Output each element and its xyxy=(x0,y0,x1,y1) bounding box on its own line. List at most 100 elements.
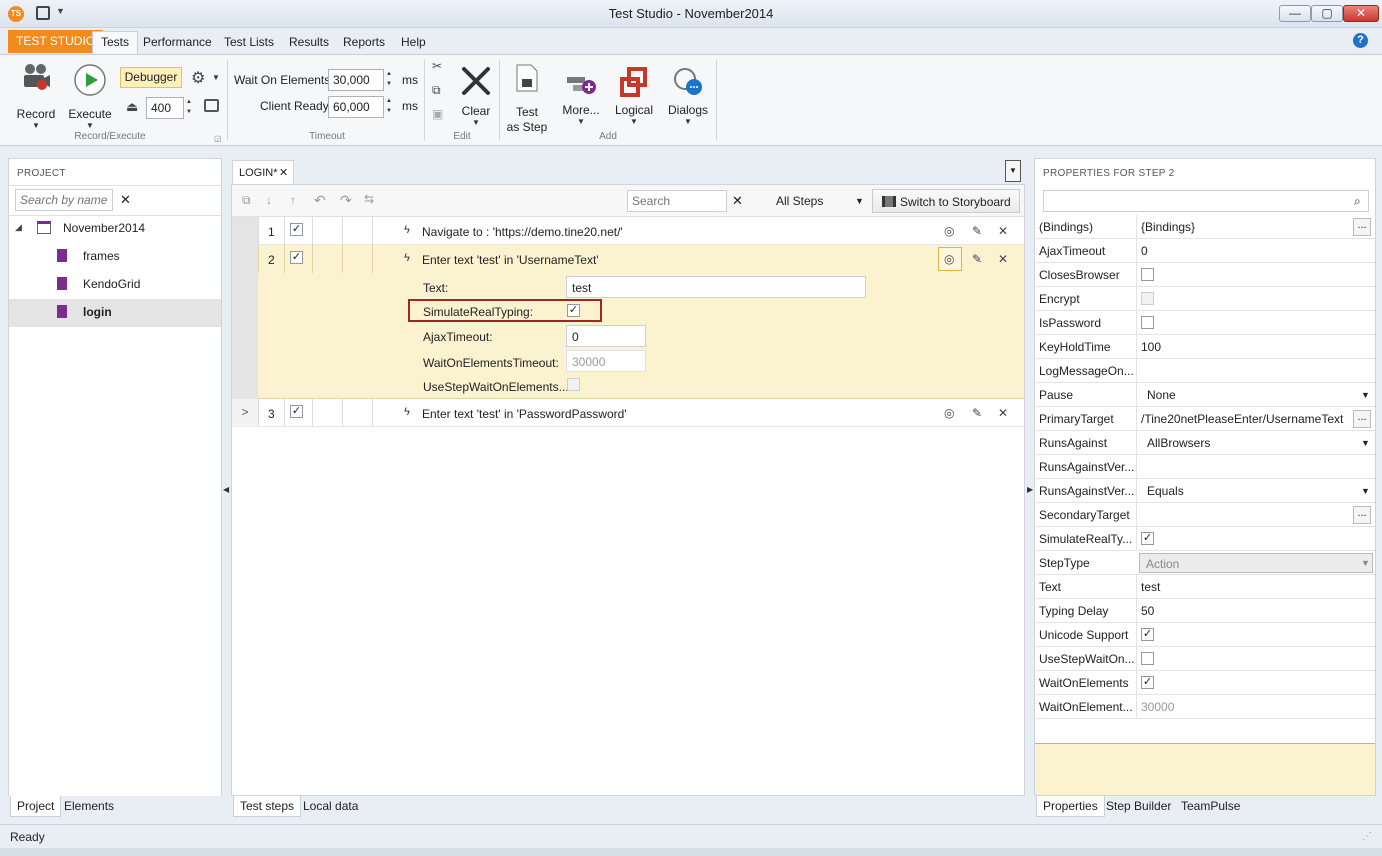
client-ready-stepper[interactable]: ▲ ▼ xyxy=(384,96,394,118)
resize-grip-icon[interactable]: ⋰ xyxy=(1362,831,1372,842)
properties-search-input[interactable]: ⌕ xyxy=(1043,190,1369,212)
menu-tests[interactable]: Tests xyxy=(92,31,139,55)
test-as-step-button[interactable]: Test as Step xyxy=(505,59,549,135)
use-step-wait-checkbox[interactable] xyxy=(567,378,580,391)
collapse-icon[interactable]: ◢ xyxy=(15,222,22,233)
debugger-button[interactable]: Debugger xyxy=(120,67,182,88)
step-enabled-checkbox[interactable]: ✓ xyxy=(290,251,303,264)
browse-button[interactable]: ... xyxy=(1353,410,1371,428)
property-row[interactable]: SecondaryTarget... xyxy=(1035,503,1375,527)
edit-step-icon[interactable]: ✎ xyxy=(972,252,982,266)
clear-search-icon[interactable]: ✕ xyxy=(120,192,131,208)
simulate-real-typing-prop-checkbox[interactable]: ✓ xyxy=(1141,532,1154,545)
clear-dropdown-icon[interactable]: ▼ xyxy=(456,118,496,127)
unicode-support-checkbox[interactable]: ✓ xyxy=(1141,628,1154,641)
property-row[interactable]: Typing Delay 50 xyxy=(1035,599,1375,623)
delete-step-icon[interactable]: ✕ xyxy=(998,406,1008,420)
tab-login[interactable]: LOGIN* ✕ xyxy=(232,160,294,184)
record-dropdown-icon[interactable]: ▼ xyxy=(14,121,58,130)
edit-step-icon[interactable]: ✎ xyxy=(972,406,982,420)
step-enabled-checkbox[interactable]: ✓ xyxy=(290,223,303,236)
client-ready-input[interactable]: 60,000 xyxy=(328,96,384,118)
wait-on-elements-checkbox[interactable]: ✓ xyxy=(1141,676,1154,689)
logical-dropdown-icon[interactable]: ▼ xyxy=(612,117,656,126)
minimize-button[interactable]: — xyxy=(1279,5,1311,22)
tab-close-icon[interactable]: ✕ xyxy=(279,166,288,179)
dialogs-button[interactable]: Dialogs ▼ xyxy=(666,59,710,129)
execute-button[interactable]: Execute ▼ xyxy=(66,59,114,130)
tab-step-builder[interactable]: Step Builder xyxy=(1100,796,1177,816)
window-icon[interactable] xyxy=(204,99,219,112)
filter-dropdown-icon[interactable]: ▼ xyxy=(855,196,864,206)
property-row[interactable]: Encrypt xyxy=(1035,287,1375,311)
property-row[interactable]: KeyHoldTime 100 xyxy=(1035,335,1375,359)
tab-list-dropdown-icon[interactable]: ▼ xyxy=(1005,160,1021,182)
move-up-icon[interactable]: ↑ xyxy=(290,193,296,207)
wait-timeout-input[interactable]: 30000 xyxy=(566,350,646,372)
is-password-checkbox[interactable] xyxy=(1141,316,1154,329)
clear-button[interactable]: Clear ▼ xyxy=(456,59,496,129)
browse-button[interactable]: ... xyxy=(1353,506,1371,524)
property-row[interactable]: SimulateRealTy... ✓ xyxy=(1035,527,1375,551)
close-button[interactable]: ✕ xyxy=(1343,5,1379,22)
step-options-icon[interactable]: ◎ xyxy=(944,252,954,266)
step-enabled-checkbox[interactable]: ✓ xyxy=(290,405,303,418)
step-row-expanded[interactable]: 2 ✓ ϟ Enter text 'test' in 'UsernameText… xyxy=(232,245,1024,399)
speed-stepper[interactable]: ▲ ▼ xyxy=(184,97,194,119)
gear-icon[interactable]: ⚙ xyxy=(191,68,205,88)
property-row[interactable]: Pause None ▼ xyxy=(1035,383,1375,407)
property-row[interactable]: WaitOnElements ✓ xyxy=(1035,671,1375,695)
property-row[interactable]: UseStepWaitOn... xyxy=(1035,647,1375,671)
encrypt-checkbox[interactable] xyxy=(1141,292,1154,305)
project-item-frames[interactable]: frames xyxy=(83,249,120,263)
menu-performance[interactable]: Performance xyxy=(135,32,220,55)
execute-dropdown-icon[interactable]: ▼ xyxy=(66,121,114,130)
settings-dropdown-icon[interactable]: ▼ xyxy=(212,73,220,82)
delete-step-icon[interactable]: ✕ xyxy=(998,252,1008,266)
step-type-select[interactable]: Action xyxy=(1139,553,1373,573)
project-root[interactable]: November2014 xyxy=(63,221,145,235)
tab-properties[interactable]: Properties xyxy=(1036,796,1105,817)
clear-steps-search-icon[interactable]: ✕ xyxy=(732,193,743,209)
tab-teampulse[interactable]: TeamPulse xyxy=(1175,796,1246,816)
logical-button[interactable]: Logical ▼ xyxy=(612,59,656,129)
menu-brand[interactable]: TEST STUDIO xyxy=(8,30,104,53)
edit-step-icon[interactable]: ✎ xyxy=(972,224,982,238)
shuffle-icon[interactable]: ⇆ xyxy=(364,192,374,206)
property-row[interactable]: IsPassword xyxy=(1035,311,1375,335)
property-row[interactable]: LogMessageOn... xyxy=(1035,359,1375,383)
undo-icon[interactable]: ↶ xyxy=(314,192,326,209)
ajax-timeout-input[interactable]: 0 xyxy=(566,325,646,347)
project-search-input[interactable] xyxy=(15,189,113,211)
tab-local-data[interactable]: Local data xyxy=(297,796,364,816)
step-options-icon[interactable]: ◎ xyxy=(944,406,954,420)
expand-row-icon[interactable]: > xyxy=(232,399,258,427)
property-row[interactable]: (Bindings) {Bindings}... xyxy=(1035,215,1375,239)
step-options-icon[interactable]: ◎ xyxy=(944,224,954,238)
more-dropdown-icon[interactable]: ▼ xyxy=(559,117,603,126)
dropdown-icon[interactable]: ▼ xyxy=(1361,438,1370,448)
step-row[interactable]: > 3 ✓ ϟ Enter text 'test' in 'PasswordPa… xyxy=(232,399,1024,427)
select-all-icon[interactable]: ⧉ xyxy=(242,193,251,208)
tab-elements[interactable]: Elements xyxy=(58,796,120,816)
property-row[interactable]: Unicode Support ✓ xyxy=(1035,623,1375,647)
wait-on-elements-input[interactable]: 30,000 xyxy=(328,69,384,91)
more-button[interactable]: More... ▼ xyxy=(559,59,603,129)
property-row[interactable]: RunsAgainstVer... xyxy=(1035,455,1375,479)
dialogs-dropdown-icon[interactable]: ▼ xyxy=(666,117,710,126)
property-row[interactable]: RunsAgainstVer... Equals ▼ xyxy=(1035,479,1375,503)
menu-help[interactable]: Help xyxy=(393,32,434,55)
property-row[interactable]: WaitOnElement... 30000 xyxy=(1035,695,1375,719)
menu-results[interactable]: Results xyxy=(281,32,337,55)
property-row[interactable]: AjaxTimeout 0 xyxy=(1035,239,1375,263)
browse-button[interactable]: ... xyxy=(1353,218,1371,236)
paste-icon[interactable]: ▣ xyxy=(432,107,443,121)
dropdown-icon[interactable]: ▼ xyxy=(1361,486,1370,496)
record-button[interactable]: Record ▼ xyxy=(14,59,58,130)
menu-test-lists[interactable]: Test Lists xyxy=(216,32,282,55)
use-step-wait-prop-checkbox[interactable] xyxy=(1141,652,1154,665)
delete-step-icon[interactable]: ✕ xyxy=(998,224,1008,238)
steps-filter-select[interactable]: All Steps xyxy=(776,194,823,208)
copy-icon[interactable]: ⧉ xyxy=(432,83,441,98)
property-row[interactable]: RunsAgainst AllBrowsers ▼ xyxy=(1035,431,1375,455)
